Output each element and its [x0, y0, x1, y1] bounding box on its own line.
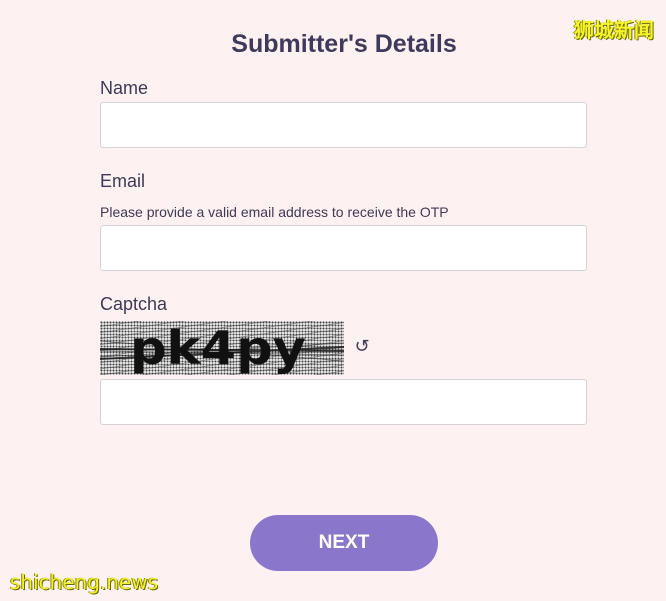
captcha-input[interactable] [100, 379, 587, 425]
captcha-label: Captcha [100, 294, 168, 314]
name-input[interactable] [100, 102, 587, 148]
watermark-bottom: shicheng.news [10, 570, 159, 594]
captcha-text: pk4py [130, 321, 306, 375]
name-label: Name [100, 78, 149, 98]
page-title: Submitter's Details [231, 30, 457, 58]
email-input[interactable] [100, 225, 587, 271]
next-button[interactable]: NEXT [250, 515, 438, 571]
email-hint: Please provide a valid email address to … [100, 204, 449, 220]
refresh-icon[interactable]: ↺ [352, 335, 372, 357]
email-label: Email [100, 171, 146, 191]
watermark-top: 狮城新闻 [574, 18, 654, 42]
captcha-image: pk4py [100, 321, 344, 375]
